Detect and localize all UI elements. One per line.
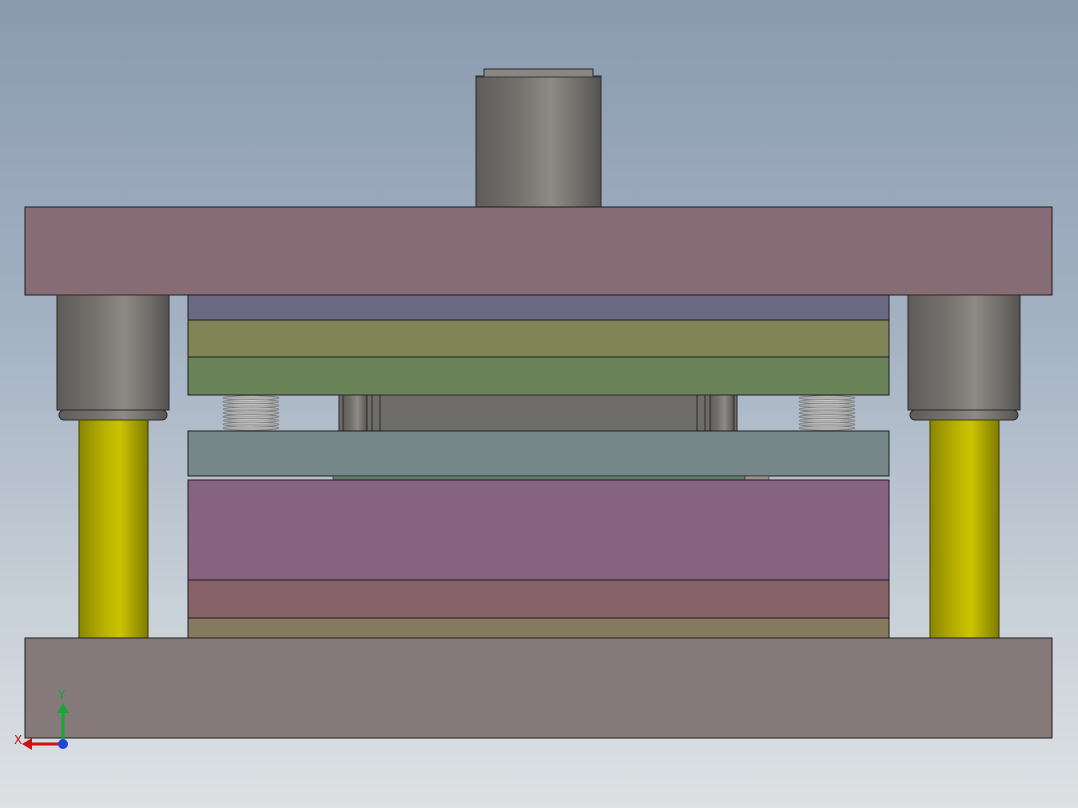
pilot-pin bbox=[744, 475, 770, 481]
guide-bushing-right[interactable] bbox=[907, 294, 1021, 421]
x-axis-arrow bbox=[22, 738, 63, 750]
shank[interactable] bbox=[475, 68, 602, 209]
top-plate[interactable] bbox=[24, 206, 1053, 296]
punch-plate[interactable] bbox=[187, 356, 890, 396]
strip-material bbox=[332, 475, 746, 481]
cad-viewport[interactable]: Y X bbox=[0, 0, 1078, 808]
die-backing-plate[interactable] bbox=[187, 579, 890, 619]
guide-post-left[interactable] bbox=[78, 419, 149, 639]
x-axis-label: X bbox=[14, 733, 22, 747]
die-spacer[interactable] bbox=[187, 617, 890, 639]
stripper-spring-right[interactable] bbox=[798, 395, 856, 431]
guide-post-right[interactable] bbox=[929, 419, 1000, 639]
guide-bushing-left[interactable] bbox=[56, 294, 170, 421]
axis-triad: Y X bbox=[14, 688, 69, 750]
z-axis-dot bbox=[58, 739, 68, 749]
spring-coil bbox=[798, 425, 856, 431]
y-axis-arrow bbox=[57, 703, 69, 744]
punch-holder[interactable] bbox=[187, 319, 890, 358]
stripper-plate[interactable] bbox=[187, 430, 890, 477]
stripper-spring-left[interactable] bbox=[222, 395, 280, 431]
bottom-plate[interactable] bbox=[24, 637, 1053, 739]
punch[interactable] bbox=[338, 394, 738, 432]
spring-coil bbox=[222, 425, 280, 431]
y-axis-label: Y bbox=[57, 688, 66, 702]
die-set-assembly bbox=[24, 68, 1053, 739]
backing-plate[interactable] bbox=[187, 294, 890, 321]
die-plate[interactable] bbox=[187, 479, 890, 581]
